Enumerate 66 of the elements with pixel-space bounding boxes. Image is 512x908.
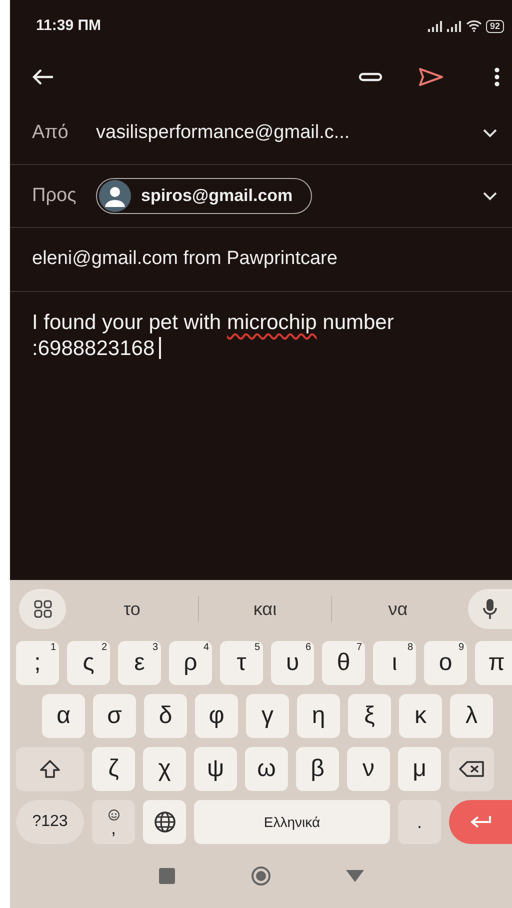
key[interactable]: ο 9: [424, 641, 467, 685]
suggestion-word[interactable]: και: [199, 596, 331, 622]
smiley-icon: [108, 809, 120, 821]
enter-key[interactable]: [449, 800, 512, 844]
key[interactable]: ω: [245, 747, 288, 791]
recipient-chip[interactable]: spiros@gmail.com: [96, 178, 312, 214]
chevron-down-icon[interactable]: [482, 128, 498, 138]
emoji-comma-key[interactable]: ,: [92, 800, 135, 844]
key[interactable]: η: [297, 694, 340, 738]
symbols-key[interactable]: ?123: [16, 800, 84, 844]
signal-icon: [428, 20, 443, 32]
key[interactable]: α: [42, 694, 85, 738]
key[interactable]: δ: [144, 694, 187, 738]
period-key[interactable]: .: [398, 800, 441, 844]
key[interactable]: χ: [143, 747, 186, 791]
enter-icon: [470, 815, 492, 829]
subject-text: eleni@gmail.com from Pawprintcare: [32, 247, 338, 272]
key[interactable]: σ: [93, 694, 136, 738]
key[interactable]: ς 2: [67, 641, 110, 685]
key[interactable]: κ: [399, 694, 442, 738]
microphone-icon: [483, 599, 497, 619]
to-label: Προς: [32, 184, 78, 208]
space-key[interactable]: Ελληνικά: [194, 800, 390, 844]
key[interactable]: θ 7: [322, 641, 365, 685]
language-key[interactable]: [143, 800, 186, 844]
back-arrow-icon: [32, 68, 54, 86]
send-button[interactable]: [418, 65, 444, 89]
signal-icon: [446, 20, 462, 32]
backspace-key[interactable]: [449, 747, 494, 791]
chevron-down-icon[interactable]: [482, 191, 498, 201]
suggestion-word[interactable]: να: [332, 596, 464, 622]
key[interactable]: ψ: [194, 747, 237, 791]
avatar-icon: [99, 180, 131, 212]
voice-input-button[interactable]: [468, 589, 512, 629]
status-time: 11:39 ΠΜ: [36, 16, 102, 36]
grid-icon: [34, 600, 52, 618]
more-options-button[interactable]: [494, 65, 500, 89]
sender-address: vasilisperformance@gmail.c...: [96, 120, 351, 145]
key[interactable]: ι 8: [373, 641, 416, 685]
key[interactable]: π: [475, 641, 512, 685]
key[interactable]: ξ: [348, 694, 391, 738]
key[interactable]: ρ 4: [169, 641, 212, 685]
globe-icon: [154, 811, 176, 833]
key[interactable]: λ: [450, 694, 493, 738]
key[interactable]: υ 6: [271, 641, 314, 685]
key[interactable]: γ: [246, 694, 289, 738]
key[interactable]: ε 3: [118, 641, 161, 685]
apps-button[interactable]: [19, 589, 66, 629]
backspace-icon: [458, 760, 484, 778]
key[interactable]: τ 5: [220, 641, 263, 685]
home-button[interactable]: [251, 866, 271, 886]
key[interactable]: β: [296, 747, 339, 791]
key[interactable]: ; 1: [16, 641, 59, 685]
shift-key[interactable]: [16, 747, 84, 791]
message-body[interactable]: I found your pet with microchip number :6988823168: [10, 292, 512, 362]
suggestion-word[interactable]: το: [66, 596, 198, 622]
wifi-icon: [466, 20, 482, 32]
key[interactable]: ζ: [92, 747, 135, 791]
shift-arrow-icon: [39, 759, 61, 779]
key[interactable]: μ: [398, 747, 441, 791]
key[interactable]: ν: [347, 747, 390, 791]
recent-apps-button[interactable]: [157, 866, 177, 886]
battery-level: 92: [486, 20, 504, 32]
more-icon: [494, 66, 500, 87]
send-icon: [418, 66, 444, 87]
key[interactable]: φ: [195, 694, 238, 738]
